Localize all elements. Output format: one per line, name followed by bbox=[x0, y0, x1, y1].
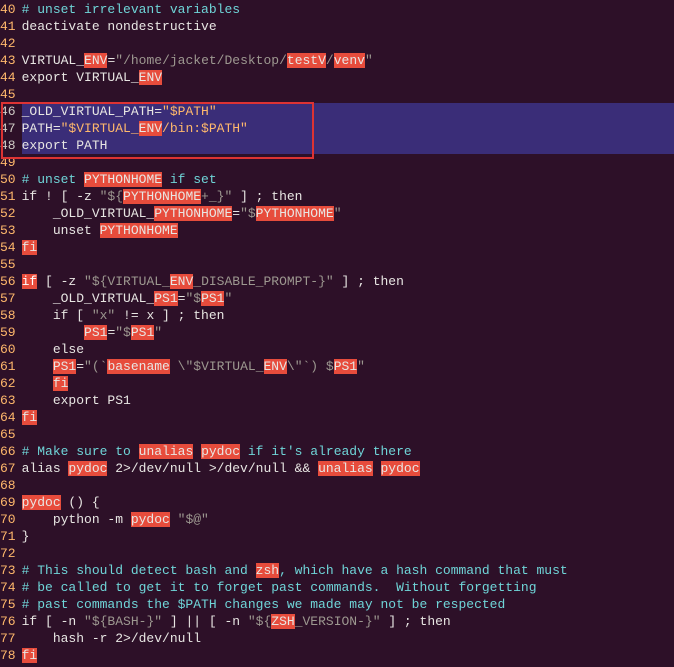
code-line[interactable]: deactivate nondestructive bbox=[22, 18, 674, 35]
code-line[interactable] bbox=[22, 256, 674, 273]
linenum: 47 bbox=[0, 120, 16, 137]
linenum: 72 bbox=[0, 545, 16, 562]
code-line[interactable]: else bbox=[22, 341, 674, 358]
code-line-selected[interactable]: PATH="$VIRTUAL_ENV/bin:$PATH" bbox=[22, 120, 674, 137]
code-line[interactable]: VIRTUAL_ENV="/home/jacket/Desktop/testV/… bbox=[22, 52, 674, 69]
linenum: 51 bbox=[0, 188, 16, 205]
code-line[interactable]: # past commands the $PATH changes we mad… bbox=[22, 596, 674, 613]
code-line[interactable]: if ! [ -z "${PYTHONHOME+_}" ] ; then bbox=[22, 188, 674, 205]
linenum: 66 bbox=[0, 443, 16, 460]
code-line[interactable] bbox=[22, 154, 674, 171]
linenum: 45 bbox=[0, 86, 16, 103]
linenum: 54 bbox=[0, 239, 16, 256]
code-line[interactable]: # unset PYTHONHOME if set bbox=[22, 171, 674, 188]
linenum: 73 bbox=[0, 562, 16, 579]
linenum: 42 bbox=[0, 35, 16, 52]
code-line[interactable]: fi bbox=[22, 375, 674, 392]
linenum: 40 bbox=[0, 1, 16, 18]
code-line-selected[interactable]: export PATH bbox=[22, 137, 674, 154]
code-line[interactable]: PS1="(`basename \"$VIRTUAL_ENV\"`) $PS1" bbox=[22, 358, 674, 375]
linenum: 44 bbox=[0, 69, 16, 86]
linenum: 53 bbox=[0, 222, 16, 239]
linenum: 76 bbox=[0, 613, 16, 630]
code-line[interactable]: # This should detect bash and zsh, which… bbox=[22, 562, 674, 579]
linenum: 46 bbox=[0, 103, 16, 120]
code-line[interactable]: unset PYTHONHOME bbox=[22, 222, 674, 239]
code-line[interactable]: # unset irrelevant variables bbox=[22, 1, 674, 18]
code-line[interactable]: PS1="$PS1" bbox=[22, 324, 674, 341]
linenum: 61 bbox=[0, 358, 16, 375]
code-line[interactable] bbox=[22, 477, 674, 494]
linenum: 62 bbox=[0, 375, 16, 392]
code-line[interactable]: if [ -z "${VIRTUAL_ENV_DISABLE_PROMPT-}"… bbox=[22, 273, 674, 290]
code-line[interactable]: # be called to get it to forget past com… bbox=[22, 579, 674, 596]
code-line[interactable]: fi bbox=[22, 409, 674, 426]
linenum: 65 bbox=[0, 426, 16, 443]
code-line[interactable]: export VIRTUAL_ENV bbox=[22, 69, 674, 86]
code-line[interactable]: if [ "x" != x ] ; then bbox=[22, 307, 674, 324]
linenum: 68 bbox=[0, 477, 16, 494]
linenum: 75 bbox=[0, 596, 16, 613]
code-line[interactable]: _OLD_VIRTUAL_PS1="$PS1" bbox=[22, 290, 674, 307]
linenum: 58 bbox=[0, 307, 16, 324]
linenum: 63 bbox=[0, 392, 16, 409]
linenum: 49 bbox=[0, 154, 16, 171]
code-line[interactable] bbox=[22, 35, 674, 52]
code-line[interactable]: fi bbox=[22, 647, 674, 664]
linenum: 71 bbox=[0, 528, 16, 545]
linenum: 52 bbox=[0, 205, 16, 222]
code-line[interactable]: export PS1 bbox=[22, 392, 674, 409]
linenum: 43 bbox=[0, 52, 16, 69]
code-line[interactable]: hash -r 2>/dev/null bbox=[22, 630, 674, 647]
linenum: 55 bbox=[0, 256, 16, 273]
line-gutter: 40 41 42 43 44 45 46 47 48 49 50 51 52 5… bbox=[0, 0, 22, 665]
code-line[interactable]: alias pydoc 2>/dev/null >/dev/null && un… bbox=[22, 460, 674, 477]
linenum: 67 bbox=[0, 460, 16, 477]
code-line[interactable]: if [ -n "${BASH-}" ] || [ -n "${ZSH_VERS… bbox=[22, 613, 674, 630]
code-line-selected[interactable]: _OLD_VIRTUAL_PATH="$PATH" bbox=[22, 103, 674, 120]
linenum: 64 bbox=[0, 409, 16, 426]
code-line[interactable]: fi bbox=[22, 239, 674, 256]
code-line[interactable] bbox=[22, 426, 674, 443]
linenum: 57 bbox=[0, 290, 16, 307]
code-editor[interactable]: 40 41 42 43 44 45 46 47 48 49 50 51 52 5… bbox=[0, 0, 674, 665]
code-line[interactable] bbox=[22, 86, 674, 103]
code-line[interactable]: } bbox=[22, 528, 674, 545]
linenum: 69 bbox=[0, 494, 16, 511]
linenum: 56 bbox=[0, 273, 16, 290]
linenum: 60 bbox=[0, 341, 16, 358]
code-line[interactable]: pydoc () { bbox=[22, 494, 674, 511]
code-body[interactable]: # unset irrelevant variables deactivate … bbox=[22, 0, 674, 665]
code-line[interactable]: # Make sure to unalias pydoc if it's alr… bbox=[22, 443, 674, 460]
linenum: 70 bbox=[0, 511, 16, 528]
linenum: 50 bbox=[0, 171, 16, 188]
code-line[interactable]: python -m pydoc "$@" bbox=[22, 511, 674, 528]
code-line[interactable]: _OLD_VIRTUAL_PYTHONHOME="$PYTHONHOME" bbox=[22, 205, 674, 222]
linenum: 41 bbox=[0, 18, 16, 35]
linenum: 74 bbox=[0, 579, 16, 596]
code-line[interactable] bbox=[22, 545, 674, 562]
linenum: 59 bbox=[0, 324, 16, 341]
linenum: 77 bbox=[0, 630, 16, 647]
linenum: 78 bbox=[0, 647, 16, 664]
linenum: 48 bbox=[0, 137, 16, 154]
